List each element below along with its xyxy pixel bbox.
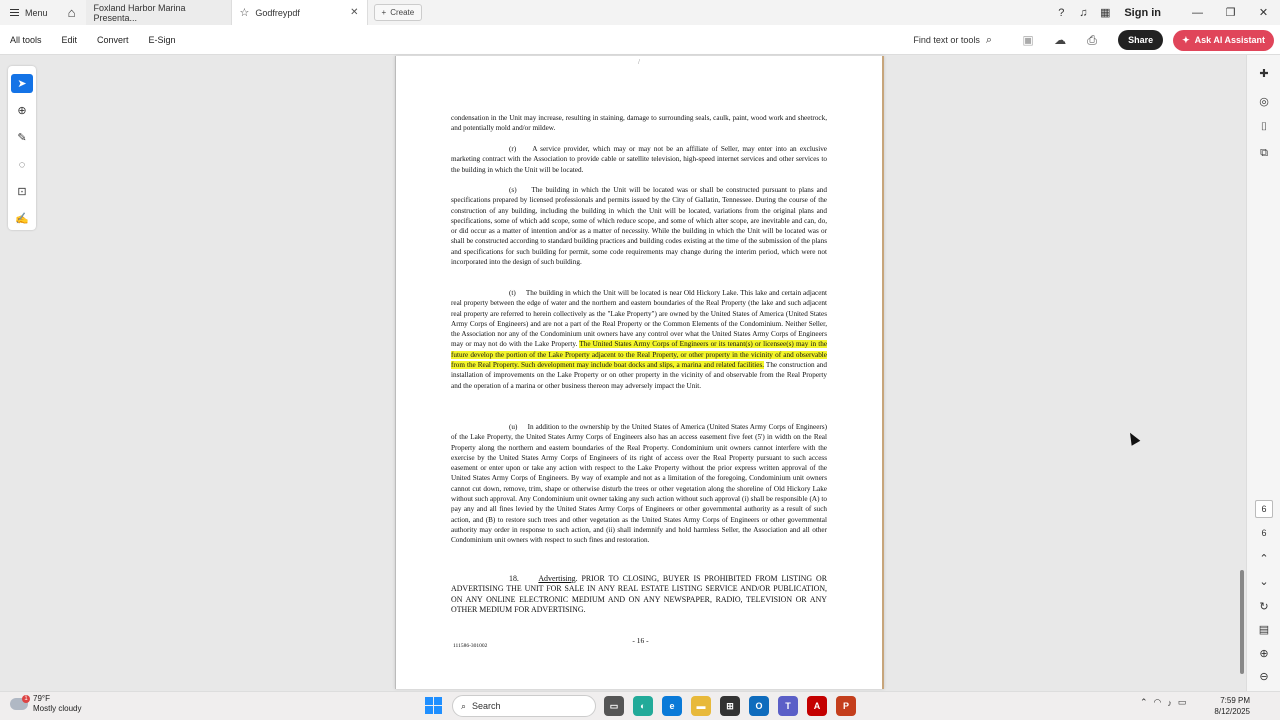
ai-icon: ✦ [1182,34,1190,45]
paragraph-r: (r) A service provider, which may or may… [451,145,827,174]
zoom-marquee-icon[interactable]: ⊕ [11,101,33,120]
help-icon[interactable]: ? [1050,0,1072,25]
weather-condition: Mostly cloudy [33,704,82,713]
menu-button[interactable]: Menu [0,0,58,25]
ai-assistant-button[interactable]: ✦ Ask AI Assistant [1173,29,1274,51]
document-id: 111586-301002 [453,643,488,649]
total-pages: 6 [1261,528,1267,538]
battery-icon[interactable]: ▭ [1178,697,1187,708]
store-icon[interactable]: ⊞ [720,696,740,716]
select-cursor-icon[interactable]: ➤ [11,74,33,93]
clock[interactable]: 7:59 PM 8/12/2025 [1210,695,1250,717]
close-window-icon[interactable]: ✕ [1247,0,1280,25]
section-18-text: . PRIOR TO CLOSING, BUYER IS PROHIBITED … [451,574,827,614]
menu-label: Menu [25,7,48,18]
find-tools-button[interactable]: Find text or tools ⌕ [913,34,992,47]
page-fit-icon[interactable]: ▤ [1256,621,1272,637]
ai-label: Ask AI Assistant [1194,35,1265,45]
create-label: Create [390,8,415,17]
page-top-mark: / [638,58,640,66]
temperature: 79°F [33,694,50,703]
weather-badge: 1 [22,695,30,703]
clock-time: 7:59 PM [1220,696,1250,705]
mouse-cursor-icon [1125,430,1141,446]
pages-icon[interactable]: ⧉ [1256,145,1272,161]
search-icon: ⌕ [985,33,993,46]
plus-icon: + [381,8,387,17]
lasso-icon[interactable]: ◌ [11,155,33,174]
zoom-in-icon[interactable]: ⊕ [1256,645,1272,661]
edit-link[interactable]: Edit [52,35,88,45]
section-18: 18. Advertising. PRIOR TO CLOSING, BUYER… [451,574,827,615]
file-explorer-icon[interactable]: ▬ [691,696,711,716]
acrobat-icon[interactable]: A [807,696,827,716]
vertical-scrollbar[interactable] [1240,570,1244,674]
edge-icon[interactable]: e [662,696,682,716]
paragraph-q-tail: condensation in the Unit may increase, r… [451,114,827,133]
system-tray: ⌃ ◠ ♪ ▭ [1140,697,1186,708]
right-rail: ✚ ◎ ⌷ ⧉ 6 6 ⌃ ⌄ ↻ ▤ ⊕ ⊖ [1246,55,1280,691]
pencil-icon[interactable]: ✎ [11,128,33,147]
left-tool-rail: ➤ ⊕ ✎ ◌ ⊡ ✍ [8,66,36,230]
star-icon[interactable]: ☆ [240,6,250,19]
tab-foxland-presentation[interactable]: Foxland Harbor Marina Presenta... [85,0,232,25]
create-button[interactable]: + Create [373,4,423,21]
title-bar: Menu ⌂ Foxland Harbor Marina Presenta...… [0,0,1280,25]
paragraph-t: (t) The building in which the Unit will … [451,288,828,391]
apps-grid-icon[interactable]: ▦ [1094,0,1116,25]
sign-in-button[interactable]: Sign in [1124,7,1161,19]
home-icon[interactable]: ⌂ [58,0,86,25]
powerpoint-icon[interactable]: P [836,696,856,716]
teams-icon[interactable]: T [778,696,798,716]
print-icon[interactable]: ⎙ [1078,26,1106,54]
fill-sign-icon[interactable]: ✍ [11,209,33,228]
weather-widget[interactable]: 1 79°F Mostly cloudy [10,694,81,714]
tab-godfreypdf[interactable]: ☆ Godfreypdf ✕ [231,0,368,25]
zoom-out-icon[interactable]: ⊖ [1256,668,1272,684]
outlook-icon[interactable]: O [749,696,769,716]
tab-label: Godfreypdf [255,7,300,18]
bell-icon[interactable]: ♫ [1072,0,1094,25]
section-18-title: Advertising [538,574,576,583]
cloud-icon: 1 [10,695,30,710]
refresh-icon[interactable]: ↻ [1256,598,1272,614]
pdf-page: / condensation in the Unit may increase,… [395,56,884,689]
windows-start-icon[interactable] [425,697,442,714]
all-tools-link[interactable]: All tools [0,35,52,45]
convert-link[interactable]: Convert [87,35,139,45]
main-toolbar: All tools Edit Convert E-Sign Find text … [0,25,1280,55]
taskbar-search[interactable]: ⌕ Search [452,695,596,717]
tray-chevron-icon[interactable]: ⌃ [1140,697,1148,708]
hamburger-icon [10,9,19,16]
taskbar: 1 79°F Mostly cloudy ⌕ Search ▭ ◐ e ▬ ⊞ … [0,691,1280,720]
comment-icon[interactable]: ✚ [1256,65,1272,81]
search-label: Search [472,701,501,711]
volume-icon[interactable]: ♪ [1167,698,1172,708]
share-button[interactable]: Share [1118,30,1164,50]
chevron-down-icon[interactable]: ⌄ [1256,573,1272,589]
find-label: Find text or tools [913,35,980,45]
close-tab-icon[interactable]: ✕ [350,7,358,18]
copilot-icon[interactable]: ◐ [633,696,653,716]
section-18-number: 18. [509,574,519,583]
bookmark-icon[interactable]: ⌷ [1256,119,1272,135]
search-doc-icon[interactable]: ◎ [1256,93,1272,109]
text-select-icon[interactable]: ⊡ [11,182,33,201]
current-page-box[interactable]: 6 [1255,500,1273,518]
esign-link[interactable]: E-Sign [139,35,186,45]
clock-date: 8/12/2025 [1214,707,1250,716]
save-icon[interactable]: ▣ [1014,26,1042,54]
cloud-upload-icon[interactable]: ☁ [1046,26,1074,54]
task-view-icon[interactable]: ▭ [604,696,624,716]
chevron-up-icon[interactable]: ⌃ [1256,550,1272,566]
restore-icon[interactable]: ❐ [1214,0,1247,25]
paragraph-s: (s) The building in which the Unit will … [451,186,827,267]
wifi-icon[interactable]: ◠ [1154,697,1162,708]
search-icon: ⌕ [461,700,467,711]
paragraph-u: (u) In addition to the ownership by the … [451,423,827,545]
minimize-icon[interactable]: — [1181,0,1214,25]
tab-label: Foxland Harbor Marina Presenta... [93,2,186,23]
